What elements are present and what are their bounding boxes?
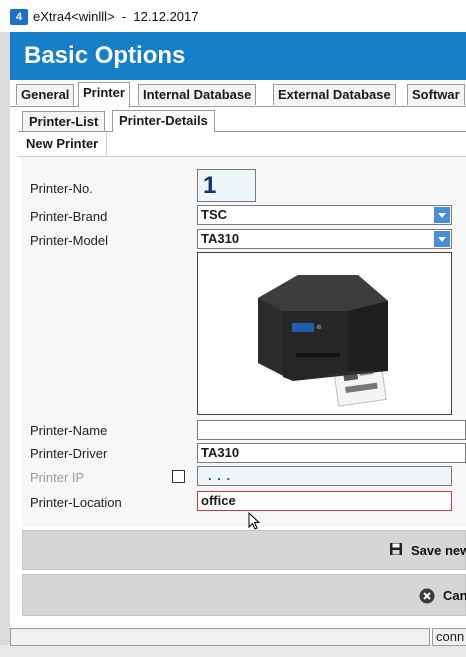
- save-button-label: Save new: [411, 543, 466, 558]
- printer-location-input[interactable]: office: [197, 491, 452, 511]
- sub-tab-bar: Printer-List Printer-Details: [18, 110, 466, 132]
- printer-brand-select[interactable]: TSC: [197, 205, 452, 225]
- save-button[interactable]: Save new: [22, 530, 466, 570]
- page-title: Basic Options: [24, 42, 186, 69]
- cancel-icon: [419, 588, 435, 604]
- tab-software[interactable]: Softwar: [407, 84, 465, 105]
- printer-driver-label: Printer-Driver: [30, 446, 108, 461]
- window-title: eXtra4<winlll> - 12.12.2017: [33, 9, 199, 24]
- printer-location-label: Printer-Location: [30, 495, 122, 510]
- save-icon: [390, 543, 402, 555]
- page-header: Basic Options: [10, 32, 466, 80]
- printer-brand-label: Printer-Brand: [30, 209, 108, 224]
- printer-model-label: Printer-Model: [30, 233, 109, 248]
- tab-external-database[interactable]: External Database: [273, 84, 396, 105]
- cancel-button-label: Canc: [443, 588, 466, 603]
- tab-printer-list[interactable]: Printer-List: [22, 111, 106, 131]
- printer-name-label: Printer-Name: [30, 423, 108, 438]
- printer-ip-label: Printer IP: [30, 470, 85, 485]
- chevron-down-icon[interactable]: [434, 207, 450, 223]
- printer-model-value: TA310: [201, 231, 240, 246]
- connection-status: conn: [432, 628, 466, 646]
- tab-general[interactable]: General: [16, 84, 75, 105]
- printer-driver-input[interactable]: TA310: [197, 443, 466, 463]
- printer-ip-checkbox[interactable]: [172, 470, 185, 483]
- printer-image: [258, 275, 388, 407]
- tab-printer[interactable]: Printer: [78, 82, 130, 107]
- printer-brand-value: TSC: [201, 207, 227, 222]
- mouse-cursor-icon: [248, 512, 261, 530]
- app-icon: 4: [10, 9, 28, 25]
- printer-model-select[interactable]: TA310: [197, 229, 452, 249]
- printer-no-field[interactable]: 1: [197, 169, 256, 202]
- chevron-down-icon[interactable]: [434, 231, 450, 247]
- cancel-button[interactable]: Canc: [22, 574, 466, 616]
- printer-image-box: [197, 252, 452, 415]
- status-bar-left: [10, 628, 430, 646]
- printer-name-input[interactable]: [197, 420, 466, 440]
- window-frame-bottom: [0, 645, 466, 657]
- printer-no-label: Printer-No.: [30, 181, 93, 196]
- printer-ip-input[interactable]: . . .: [197, 466, 452, 486]
- title-bar: 4 eXtra4<winlll> - 12.12.2017: [0, 0, 466, 33]
- section-header: New Printer: [18, 132, 466, 157]
- tab-printer-details[interactable]: Printer-Details: [112, 110, 215, 132]
- window-frame-left: [0, 32, 10, 657]
- section-label: New Printer: [18, 132, 108, 156]
- main-tab-bar: General Printer Internal Database Extern…: [10, 82, 466, 107]
- tab-internal-database[interactable]: Internal Database: [138, 84, 257, 105]
